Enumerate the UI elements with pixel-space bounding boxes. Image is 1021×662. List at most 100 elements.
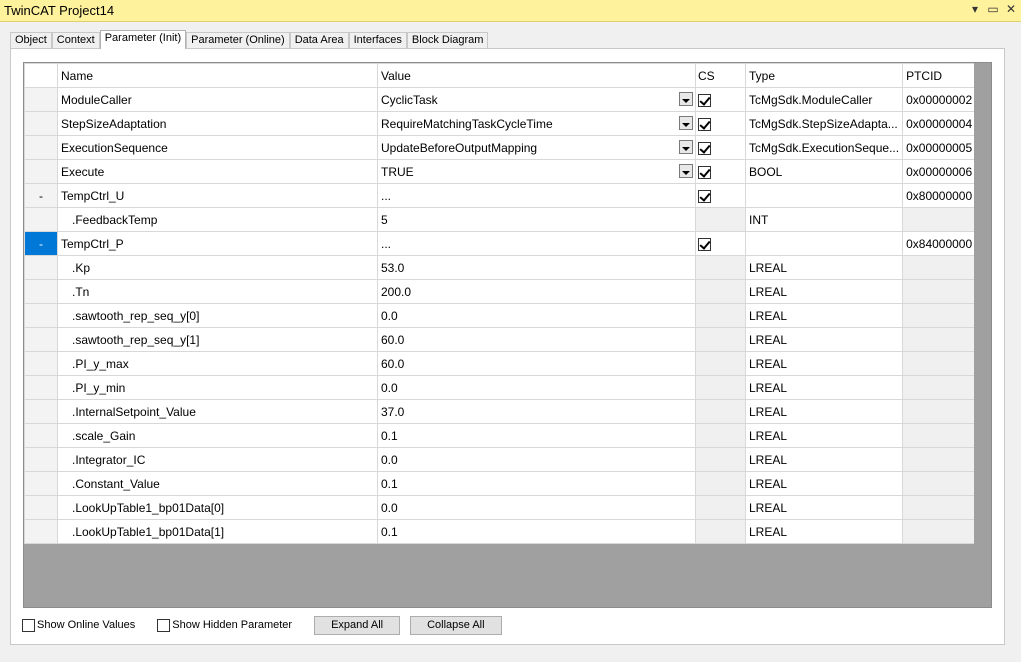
value-field[interactable]: ... bbox=[377, 183, 696, 208]
collapse-all-button[interactable]: Collapse All bbox=[410, 615, 502, 635]
close-icon[interactable]: ✕ bbox=[1005, 2, 1017, 16]
value-field[interactable]: 0.0 bbox=[377, 447, 696, 472]
value-field[interactable]: 37.0 bbox=[377, 399, 696, 424]
tab-interfaces[interactable]: Interfaces bbox=[348, 32, 407, 49]
cell-cs[interactable] bbox=[695, 183, 746, 208]
chevron-down-icon[interactable]: ▾ bbox=[969, 2, 981, 16]
cell-cs[interactable] bbox=[695, 135, 746, 160]
row-expander[interactable] bbox=[24, 375, 58, 400]
row-expander[interactable] bbox=[24, 327, 58, 352]
show-online-values-checkbox[interactable]: Show Online Values bbox=[22, 618, 135, 632]
dropdown-arrow-icon[interactable] bbox=[679, 140, 693, 154]
row-expander[interactable] bbox=[24, 495, 58, 520]
row-expander[interactable]: - bbox=[24, 183, 58, 208]
value-field[interactable]: 60.0 bbox=[377, 327, 696, 352]
cs-checkbox[interactable] bbox=[698, 165, 711, 179]
row-expander[interactable] bbox=[24, 279, 58, 304]
cell-value: ... bbox=[381, 236, 392, 251]
table-row[interactable]: .Constant_Value 0.1 LREAL bbox=[24, 471, 986, 496]
tab-data-area[interactable]: Data Area bbox=[289, 32, 349, 49]
tab-parameter-init[interactable]: Parameter (Init) bbox=[99, 30, 187, 49]
cell-cs[interactable] bbox=[695, 231, 746, 256]
row-expander[interactable] bbox=[24, 519, 58, 544]
header-cs[interactable]: CS bbox=[695, 63, 746, 88]
cell-value: TRUE bbox=[381, 164, 414, 179]
row-expander[interactable] bbox=[24, 303, 58, 328]
value-select[interactable]: UpdateBeforeOutputMapping bbox=[377, 135, 696, 160]
value-field[interactable]: 5 bbox=[377, 207, 696, 232]
cell-type bbox=[744, 183, 904, 208]
cell-cs bbox=[695, 279, 746, 304]
table-row[interactable]: .PI_y_max 60.0 LREAL bbox=[24, 351, 986, 376]
row-expander[interactable] bbox=[24, 87, 58, 112]
value-field[interactable]: 0.0 bbox=[377, 375, 696, 400]
table-row[interactable]: .sawtooth_rep_seq_y[0] 0.0 LREAL bbox=[24, 303, 986, 328]
tab-context[interactable]: Context bbox=[51, 32, 100, 49]
dropdown-arrow-icon[interactable] bbox=[679, 116, 693, 130]
value-select[interactable]: TRUE bbox=[377, 159, 696, 184]
row-expander[interactable] bbox=[24, 351, 58, 376]
value-field[interactable]: 53.0 bbox=[377, 255, 696, 280]
table-row[interactable]: - TempCtrl_P... 0x84000000 bbox=[24, 231, 986, 256]
table-row[interactable]: .LookUpTable1_bp01Data[1] 0.1 LREAL bbox=[24, 519, 986, 544]
row-expander[interactable] bbox=[24, 447, 58, 472]
header-name[interactable]: Name bbox=[57, 63, 378, 88]
row-expander[interactable] bbox=[24, 423, 58, 448]
header-type[interactable]: Type bbox=[744, 63, 904, 88]
row-expander[interactable] bbox=[24, 111, 58, 136]
value-select[interactable]: RequireMatchingTaskCycleTime bbox=[377, 111, 696, 136]
table-row[interactable]: .InternalSetpoint_Value 37.0 LREAL bbox=[24, 399, 986, 424]
table-row[interactable]: .PI_y_min 0.0 LREAL bbox=[24, 375, 986, 400]
header-value[interactable]: Value bbox=[377, 63, 696, 88]
row-expander[interactable] bbox=[24, 399, 58, 424]
cs-checkbox[interactable] bbox=[698, 117, 711, 131]
value-field[interactable]: ... bbox=[377, 231, 696, 256]
table-row[interactable]: .FeedbackTemp 5 INT bbox=[24, 207, 986, 232]
value-field[interactable]: 0.0 bbox=[377, 495, 696, 520]
cs-checkbox[interactable] bbox=[698, 141, 711, 155]
value-field[interactable]: 0.1 bbox=[377, 423, 696, 448]
value-field[interactable]: 0.1 bbox=[377, 519, 696, 544]
restore-icon[interactable]: ▭ bbox=[987, 2, 999, 16]
table-row[interactable]: .sawtooth_rep_seq_y[1] 60.0 LREAL bbox=[24, 327, 986, 352]
table-row[interactable]: .LookUpTable1_bp01Data[0] 0.0 LREAL bbox=[24, 495, 986, 520]
table-row[interactable]: .Kp 53.0 LREAL bbox=[24, 255, 986, 280]
table-row[interactable]: StepSizeAdaptation RequireMatchingTaskCyc… bbox=[24, 111, 986, 136]
row-expander[interactable] bbox=[24, 159, 58, 184]
cell-cs[interactable] bbox=[695, 87, 746, 112]
value-field[interactable]: 0.0 bbox=[377, 303, 696, 328]
value-field[interactable]: 60.0 bbox=[377, 351, 696, 376]
table-row[interactable]: Execute TRUE BOOL 0x00000006 bbox=[24, 159, 986, 184]
cell-type: TcMgSdk.StepSizeAdapta... bbox=[744, 111, 904, 136]
cell-cs[interactable] bbox=[695, 159, 746, 184]
tab-object[interactable]: Object bbox=[10, 32, 52, 49]
dropdown-arrow-icon[interactable] bbox=[679, 164, 693, 178]
row-expander[interactable] bbox=[24, 207, 58, 232]
table-row[interactable]: ModuleCaller CyclicTask TcMgSdk.ModuleCall… bbox=[24, 87, 986, 112]
value-field[interactable]: 0.1 bbox=[377, 471, 696, 496]
checkbox-box[interactable] bbox=[22, 618, 35, 632]
cell-cs[interactable] bbox=[695, 111, 746, 136]
dropdown-arrow-icon[interactable] bbox=[679, 92, 693, 106]
cs-checkbox[interactable] bbox=[698, 93, 711, 107]
value-field[interactable]: 200.0 bbox=[377, 279, 696, 304]
expand-all-button[interactable]: Expand All bbox=[314, 615, 401, 635]
header-ptcid[interactable]: PTCID bbox=[902, 63, 986, 88]
row-expander[interactable] bbox=[24, 135, 58, 160]
checkbox-box[interactable] bbox=[157, 618, 171, 632]
cell-type: LREAL bbox=[744, 495, 904, 520]
cs-checkbox[interactable] bbox=[698, 237, 711, 251]
tab-block-diagram[interactable]: Block Diagram bbox=[406, 32, 489, 49]
tab-parameter-online[interactable]: Parameter (Online) bbox=[186, 32, 290, 49]
table-row[interactable]: ExecutionSequence UpdateBeforeOutputMappi… bbox=[24, 135, 986, 160]
row-expander[interactable] bbox=[24, 255, 58, 280]
table-row[interactable]: .Tn 200.0 LREAL bbox=[24, 279, 986, 304]
row-expander[interactable] bbox=[24, 471, 58, 496]
table-row[interactable]: .scale_Gain 0.1 LREAL bbox=[24, 423, 986, 448]
table-row[interactable]: .Integrator_IC 0.0 LREAL bbox=[24, 447, 986, 472]
cs-checkbox[interactable] bbox=[698, 189, 711, 203]
row-expander[interactable]: - bbox=[24, 231, 58, 256]
show-hidden-parameter-checkbox[interactable]: Show Hidden Parameter bbox=[157, 618, 292, 632]
table-row[interactable]: - TempCtrl_U... 0x80000000 bbox=[24, 183, 986, 208]
value-select[interactable]: CyclicTask bbox=[377, 87, 696, 112]
